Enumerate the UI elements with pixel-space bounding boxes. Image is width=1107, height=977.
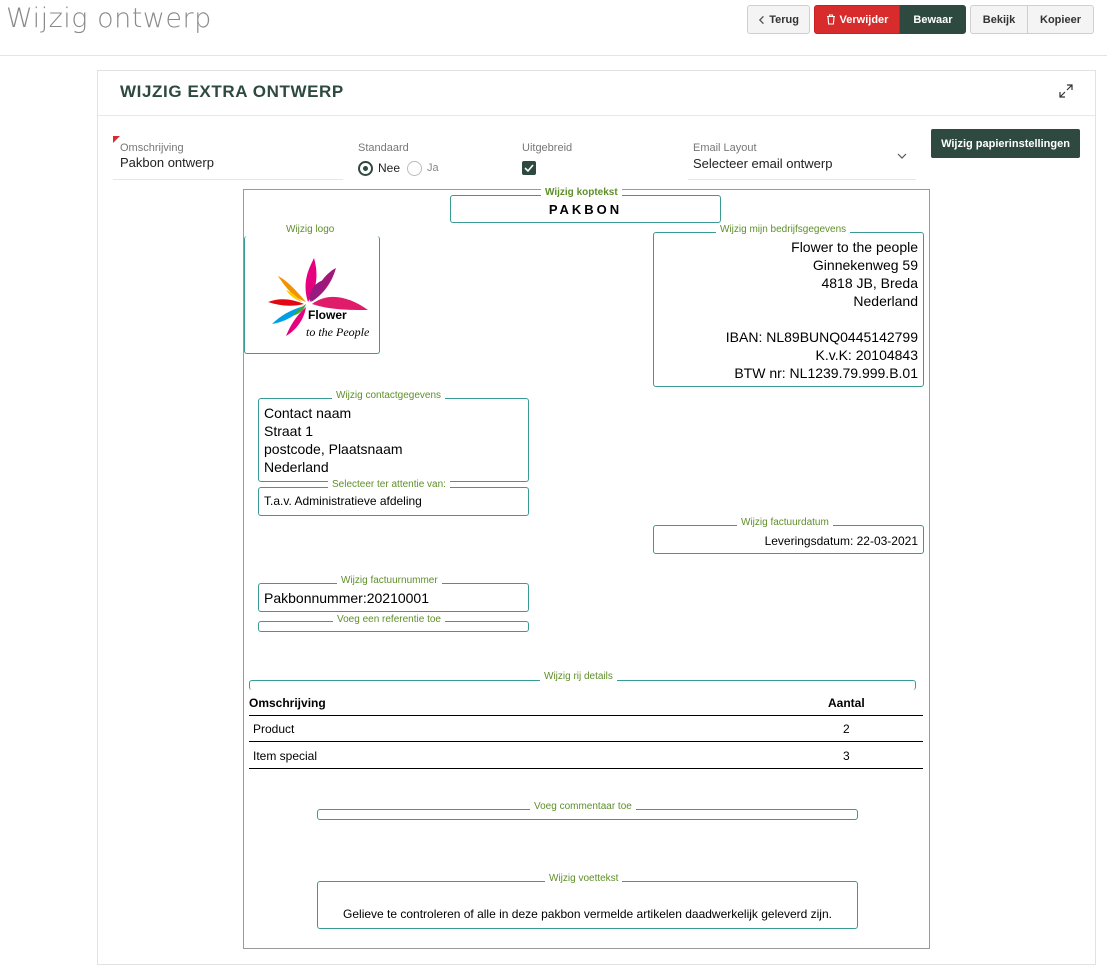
extended-checkbox[interactable] xyxy=(522,161,536,175)
footer-box[interactable] xyxy=(317,881,858,929)
back-button[interactable]: Terug xyxy=(747,5,810,34)
contact-line-1: Contact naam xyxy=(264,405,352,421)
company-btw: BTW nr: NL1239.79.999.B.01 xyxy=(734,365,918,381)
column-header-quantity: Aantal xyxy=(828,696,865,710)
paper-settings-button[interactable]: Wijzig papierinstellingen xyxy=(931,129,1080,158)
column-header-description: Omschrijving xyxy=(249,696,326,710)
footer-box-label: Wijzig voettekst xyxy=(545,873,623,884)
attention-value: T.a.v. Administratieve afdeling xyxy=(264,494,422,508)
save-button[interactable]: Bewaar xyxy=(900,5,966,34)
company-line-3: 4818 JB, Breda xyxy=(821,275,918,291)
logo-box-label: Wijzig logo xyxy=(282,224,339,235)
table-row-2-description: Item special xyxy=(253,749,318,763)
delete-button[interactable]: Verwijder xyxy=(814,5,900,34)
extended-label: Uitgebreid xyxy=(522,142,573,154)
invoice-number-box-label: Wijzig factuurnummer xyxy=(337,575,442,586)
standard-radio-no[interactable] xyxy=(358,161,373,176)
standard-option-no-label: Nee xyxy=(378,161,401,175)
table-row-2-quantity: 3 xyxy=(843,749,850,763)
contact-line-4: Nederland xyxy=(264,459,329,475)
chevron-left-icon xyxy=(758,15,764,24)
footer-text: Gelieve te controleren of alle in deze p… xyxy=(343,907,832,921)
logo-text-sub: to the People xyxy=(306,325,370,339)
back-button-label: Terug xyxy=(769,13,799,26)
comment-box-label: Voeg commentaar toe xyxy=(530,801,636,812)
company-line-4: Nederland xyxy=(853,293,918,309)
delivery-date: Leveringsdatum: 22-03-2021 xyxy=(764,534,918,548)
panel-header: WIJZIG EXTRA ONTWERP xyxy=(98,71,1095,116)
contact-details-box-label: Wijzig contactgegevens xyxy=(332,390,446,401)
company-details-box[interactable] xyxy=(653,232,924,387)
header-divider xyxy=(0,55,1107,56)
reference-box-label: Voeg een referentie toe xyxy=(333,614,445,625)
header-text-box-label: Wijzig koptekst xyxy=(541,187,622,198)
checkmark-icon xyxy=(524,164,534,173)
company-line-1: Flower to the people xyxy=(791,239,918,255)
panel-title: WIJZIG EXTRA ONTWERP xyxy=(120,82,344,101)
company-details-box-label: Wijzig mijn bedrijfsgegevens xyxy=(716,224,851,235)
email-layout-label: Email Layout xyxy=(693,142,757,154)
logo-text-main: Flower xyxy=(308,308,347,322)
chevron-down-icon[interactable] xyxy=(897,153,907,160)
delete-button-label: Verwijder xyxy=(839,13,889,26)
view-button[interactable]: Bekijk xyxy=(970,5,1028,34)
company-iban: IBAN: NL89BUNQ0445142799 xyxy=(725,329,918,345)
document-sheet: Wijzig koptekst PAKBON Wijzig logo Flowe… xyxy=(243,187,930,949)
standard-radio-yes[interactable] xyxy=(407,161,422,176)
required-marker xyxy=(113,136,120,143)
standard-option-yes-label: Ja xyxy=(427,162,439,174)
invoice-date-box-label: Wijzig factuurdatum xyxy=(737,517,833,528)
table-row-2-line xyxy=(249,768,923,769)
copy-button[interactable]: Kopieer xyxy=(1027,5,1094,34)
contact-line-3: postcode, Plaatsnaam xyxy=(264,441,403,457)
contact-line-2: Straat 1 xyxy=(264,423,314,439)
table-row-1-description: Product xyxy=(253,722,295,736)
document-title: PAKBON xyxy=(548,202,623,217)
attention-box-label: Selecteer ter attentie van: xyxy=(328,479,450,490)
email-layout-underline xyxy=(688,179,916,180)
trash-icon xyxy=(826,14,835,25)
description-underline xyxy=(113,179,343,180)
company-line-2: Ginnekenweg 59 xyxy=(812,257,918,273)
expand-icon[interactable] xyxy=(1059,84,1073,98)
packing-slip-number: Pakbonnummer:20210001 xyxy=(264,590,430,606)
company-kvk: K.v.K: 20104843 xyxy=(815,347,918,363)
table-header-line xyxy=(249,715,923,716)
email-layout-select[interactable]: Selecteer email ontwerp xyxy=(693,156,832,171)
description-input[interactable]: Pakbon ontwerp xyxy=(120,155,214,170)
table-row-1-line xyxy=(249,741,923,742)
row-details-box-label: Wijzig rij details xyxy=(540,671,617,682)
table-row-1-quantity: 2 xyxy=(843,722,850,736)
description-label: Omschrijving xyxy=(120,142,184,154)
page-title: Wijzig ontwerp xyxy=(6,3,212,34)
standard-label: Standaard xyxy=(358,142,409,154)
